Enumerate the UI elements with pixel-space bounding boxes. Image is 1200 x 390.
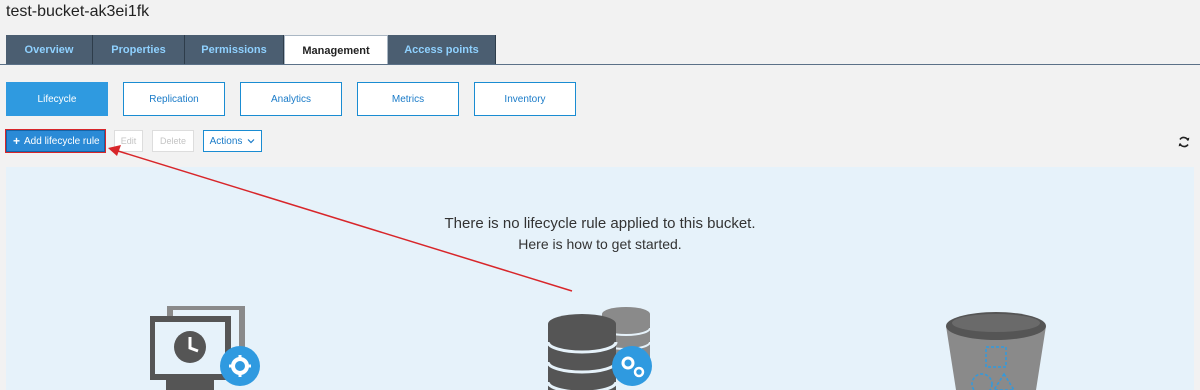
subtab-analytics[interactable]: Analytics — [240, 82, 342, 116]
management-subtabs: Lifecycle Replication Analytics Metrics … — [6, 82, 576, 116]
bucket-objects-icon — [946, 312, 1046, 390]
empty-state-message: There is no lifecycle rule applied to th… — [444, 215, 756, 232]
empty-state-hint: Here is how to get started. — [518, 236, 682, 252]
subtab-inventory[interactable]: Inventory — [474, 82, 576, 116]
subtab-lifecycle[interactable]: Lifecycle — [6, 82, 108, 116]
tabs-underline — [0, 64, 1200, 65]
tab-overview[interactable]: Overview — [6, 35, 93, 64]
tab-permissions[interactable]: Permissions — [185, 35, 284, 64]
page: test-bucket-ak3ei1fk Overview Properties… — [0, 0, 1200, 390]
tab-properties[interactable]: Properties — [93, 35, 185, 64]
empty-state-panel: There is no lifecycle rule applied to th… — [6, 167, 1194, 390]
bucket-title: test-bucket-ak3ei1fk — [6, 3, 150, 20]
tab-access-points[interactable]: Access points — [388, 35, 496, 64]
add-lifecycle-rule-button[interactable]: + Add lifecycle rule — [5, 129, 106, 153]
monitor-clock-gear-icon — [150, 306, 260, 390]
database-gear-icon — [546, 307, 652, 390]
actions-label: Actions — [209, 135, 243, 147]
toolbar: + Add lifecycle rule Edit Delete Actions — [5, 129, 262, 153]
subtab-metrics[interactable]: Metrics — [357, 82, 459, 116]
main-tabs: Overview Properties Permissions Manageme… — [6, 35, 496, 65]
delete-button[interactable]: Delete — [152, 130, 194, 152]
plus-icon: + — [13, 134, 21, 148]
chevron-down-icon — [247, 139, 255, 144]
edit-button[interactable]: Edit — [114, 130, 143, 152]
tab-management[interactable]: Management — [284, 35, 388, 65]
actions-dropdown[interactable]: Actions — [203, 130, 262, 152]
subtab-replication[interactable]: Replication — [123, 82, 225, 116]
add-lifecycle-rule-label: Add lifecycle rule — [24, 135, 100, 147]
refresh-icon[interactable] — [1177, 135, 1191, 149]
